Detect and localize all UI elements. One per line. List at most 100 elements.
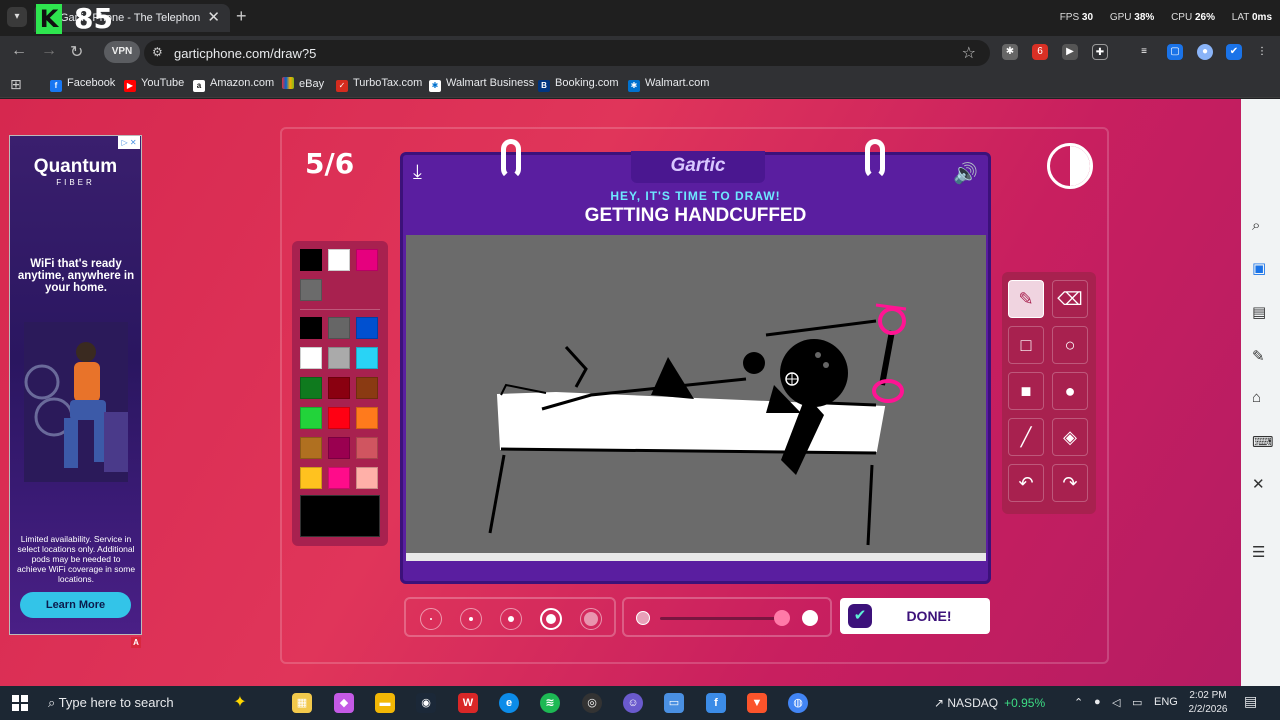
brave-icon[interactable]: ▼: [747, 693, 767, 713]
color-swatch-top[interactable]: [356, 249, 378, 271]
wps-icon[interactable]: W: [458, 693, 478, 713]
color-swatch[interactable]: [328, 377, 350, 399]
contrast-toggle-icon[interactable]: [1047, 143, 1093, 189]
tab-close-icon[interactable]: ✕: [207, 8, 220, 26]
bookmark-amazon[interactable]: a Amazon.com: [193, 77, 274, 92]
security-ext-icon[interactable]: ✔: [1226, 44, 1242, 60]
stock-ticker[interactable]: ↗ NASDAQ +0.95%: [934, 696, 1045, 710]
pencil-tool-icon[interactable]: ✎: [1008, 280, 1044, 318]
download-icon[interactable]: ⤓: [413, 161, 422, 184]
copilot-app-icon[interactable]: ◆: [334, 693, 354, 713]
brush-size-3[interactable]: [500, 608, 522, 630]
undo-icon[interactable]: ↶: [1008, 464, 1044, 502]
rectangle-outline-tool-icon[interactable]: □: [1008, 326, 1044, 364]
color-swatch[interactable]: [356, 437, 378, 459]
site-info-icon[interactable]: ⚙: [152, 45, 163, 59]
file-explorer-icon[interactable]: ▬: [375, 693, 395, 713]
rectangle-fill-tool-icon[interactable]: ■: [1008, 372, 1044, 410]
media-icon[interactable]: ▶: [1062, 44, 1078, 60]
color-swatch[interactable]: [328, 317, 350, 339]
brush-size-5[interactable]: [580, 608, 602, 630]
fiverr-icon[interactable]: f: [706, 693, 726, 713]
brush-size-4[interactable]: [540, 608, 562, 630]
mic-icon[interactable]: ●: [1094, 696, 1101, 708]
spotify-icon[interactable]: ≋: [540, 693, 560, 713]
reload-icon[interactable]: ↻: [70, 42, 83, 62]
color-swatch[interactable]: [356, 407, 378, 429]
bookmark-walmart-business[interactable]: ✱ Walmart Business: [429, 77, 534, 92]
window-app-icon[interactable]: ▭: [664, 693, 684, 713]
color-swatch[interactable]: [328, 347, 350, 369]
notifications-icon[interactable]: ▤: [1244, 693, 1257, 710]
windows-start-icon[interactable]: [12, 695, 28, 711]
extensions-puzzle-icon[interactable]: ✚: [1092, 44, 1108, 60]
color-swatch[interactable]: [300, 407, 322, 429]
url-text[interactable]: garticphone.com/draw?5: [174, 46, 316, 61]
fill-bucket-tool-icon[interactable]: ◈: [1052, 418, 1088, 456]
bookmark-youtube[interactable]: ▶ YouTube: [124, 77, 184, 92]
forward-icon[interactable]: →: [41, 42, 57, 60]
bookmark-facebook[interactable]: f Facebook: [50, 77, 115, 92]
sidebar-toggle-icon[interactable]: ▢: [1167, 44, 1183, 60]
ad-banner[interactable]: ▷ ✕ Quantum FIBER WiFi that's ready anyt…: [9, 135, 142, 635]
bookmark-turbotax[interactable]: ✓ TurboTax.com: [336, 77, 422, 92]
color-swatch[interactable]: [300, 317, 322, 339]
steam-icon[interactable]: ◉: [416, 693, 436, 713]
language-indicator[interactable]: ENG: [1154, 696, 1178, 708]
profile-avatar[interactable]: ●: [1197, 44, 1213, 60]
copilot-sparkle-icon[interactable]: ✦: [230, 693, 250, 713]
color-swatch-top[interactable]: [328, 249, 350, 271]
extension-icon[interactable]: ✱: [1002, 44, 1018, 60]
bookmark-booking[interactable]: B Booking.com: [538, 77, 619, 92]
color-swatch-top[interactable]: [300, 279, 322, 301]
chat-app-icon[interactable]: ☺: [623, 693, 643, 713]
tab-search-button[interactable]: ▾: [7, 7, 27, 27]
ad-learn-more-button[interactable]: Learn More: [20, 592, 131, 618]
obs-icon[interactable]: ◎: [582, 693, 602, 713]
edge-icon[interactable]: e: [499, 693, 519, 713]
redo-icon[interactable]: ↷: [1052, 464, 1088, 502]
color-swatch[interactable]: [328, 467, 350, 489]
copilot-icon[interactable]: ▣: [1252, 259, 1266, 277]
color-swatch[interactable]: [328, 407, 350, 429]
network-icon[interactable]: ▭: [1132, 696, 1142, 709]
circle-fill-tool-icon[interactable]: ●: [1052, 372, 1088, 410]
tag-icon[interactable]: ⌂: [1252, 389, 1261, 406]
color-swatch[interactable]: [328, 437, 350, 459]
search-icon[interactable]: ⌕: [1252, 217, 1260, 234]
ad-badge[interactable]: A: [131, 637, 141, 648]
tools-icon[interactable]: ✕: [1252, 475, 1265, 493]
color-swatch[interactable]: [356, 347, 378, 369]
apps-grid-icon[interactable]: ⊞: [10, 76, 22, 93]
gamepad-icon[interactable]: ⌨: [1252, 433, 1274, 451]
volume-tray-icon[interactable]: ◁: [1112, 696, 1120, 709]
color-swatch[interactable]: [356, 377, 378, 399]
line-tool-icon[interactable]: ╱: [1008, 418, 1044, 456]
opacity-slider[interactable]: [622, 597, 832, 637]
color-swatch[interactable]: [356, 467, 378, 489]
color-swatch[interactable]: [356, 317, 378, 339]
ad-choices-icon[interactable]: ▷ ✕: [118, 136, 140, 149]
taskbar-search[interactable]: ⌕ Type here to search: [48, 695, 174, 711]
chrome-icon[interactable]: ◍: [788, 693, 808, 713]
volume-icon[interactable]: 🔊: [953, 161, 978, 186]
bookmark-walmart[interactable]: ✱ Walmart.com: [628, 77, 709, 92]
bookmark-star-icon[interactable]: ☆: [962, 43, 976, 63]
address-bar[interactable]: ⚙ garticphone.com/draw?5 ☆: [144, 40, 990, 66]
done-button[interactable]: ✔ DONE!: [840, 598, 990, 634]
customize-icon[interactable]: ☰: [1252, 543, 1265, 561]
color-swatch-top[interactable]: [300, 249, 322, 271]
reading-icon[interactable]: ▤: [1252, 303, 1266, 321]
menu-icon[interactable]: ⋮: [1254, 44, 1270, 60]
tab-gartic[interactable]: Gartic Phone - The Telephone Game ✕: [34, 4, 230, 32]
notes-icon[interactable]: ✎: [1252, 347, 1265, 365]
extension-badge[interactable]: 6: [1032, 44, 1048, 60]
vpn-button[interactable]: VPN: [104, 41, 140, 63]
drawing-canvas[interactable]: [406, 235, 986, 561]
color-swatch[interactable]: [300, 347, 322, 369]
back-icon[interactable]: ←: [11, 42, 27, 60]
color-swatch[interactable]: [300, 377, 322, 399]
reading-list-icon[interactable]: ≡: [1136, 44, 1152, 60]
color-swatch[interactable]: [300, 467, 322, 489]
bookmark-ebay[interactable]: eBay: [282, 77, 324, 90]
